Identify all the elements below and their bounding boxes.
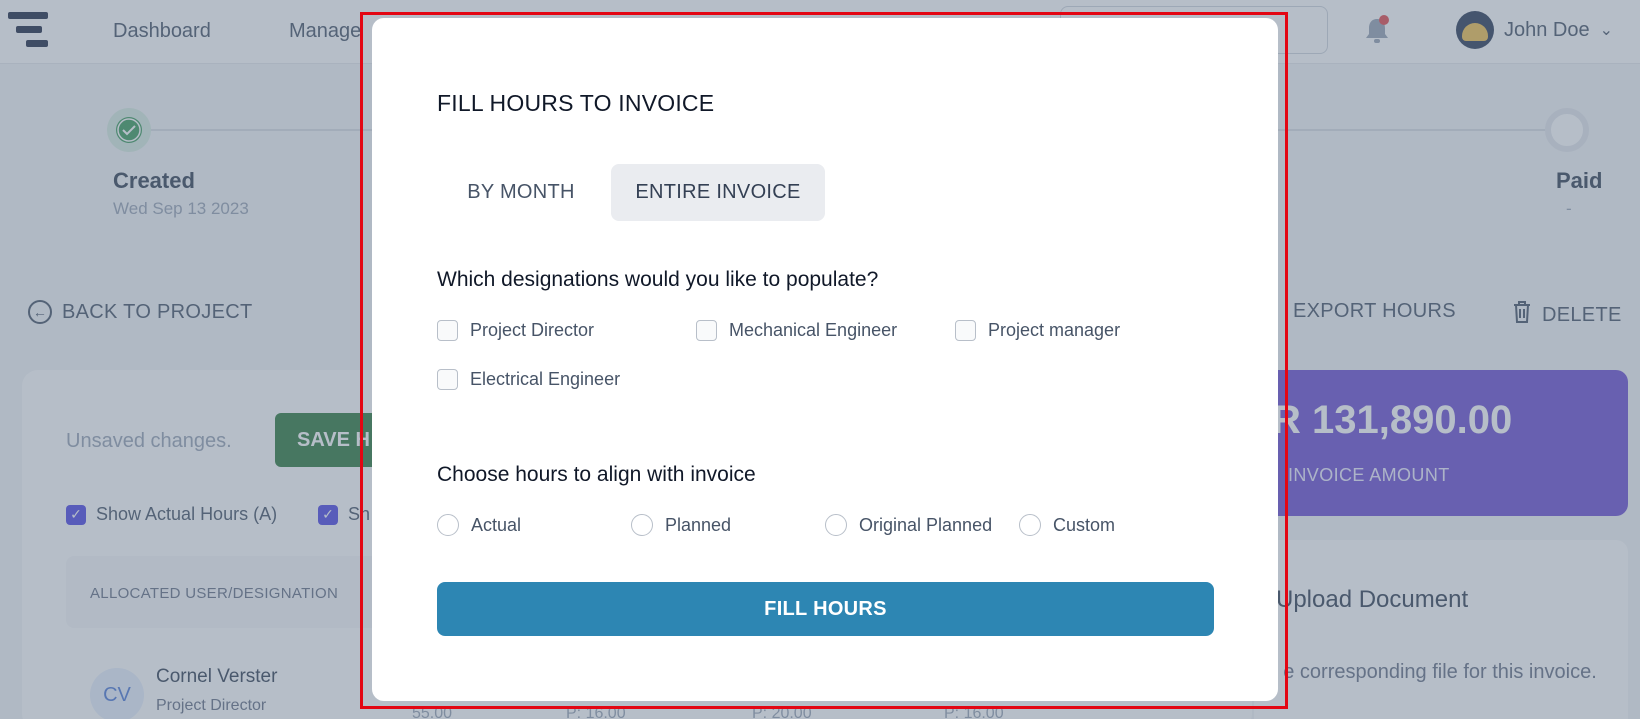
designation-label: Mechanical Engineer — [729, 320, 898, 340]
hours-option-planned[interactable]: Planned — [631, 514, 731, 536]
hours-option-original-planned[interactable]: Original Planned — [825, 514, 992, 536]
hours-question: Choose hours to align with invoice — [437, 463, 756, 486]
designation-label: Electrical Engineer — [470, 369, 621, 389]
radio-button[interactable] — [631, 514, 653, 536]
designation-option-project-manager[interactable]: Project manager — [955, 320, 1120, 341]
checkbox[interactable] — [696, 320, 717, 341]
designation-option-mechanical-engineer[interactable]: Mechanical Engineer — [696, 320, 897, 341]
designation-label: Project manager — [988, 320, 1121, 340]
hours-option-custom[interactable]: Custom — [1019, 514, 1115, 536]
fill-hours-button[interactable]: FILL HOURS — [437, 582, 1214, 636]
hours-option-label: Custom — [1053, 514, 1116, 535]
designation-option-project-director[interactable]: Project Director — [437, 320, 594, 341]
modal-title: FILL HOURS TO INVOICE — [437, 90, 715, 116]
radio-button[interactable] — [437, 514, 459, 536]
hours-option-actual[interactable]: Actual — [437, 514, 521, 536]
tab-by-month[interactable]: BY MONTH — [445, 164, 597, 221]
hours-option-label: Original Planned — [859, 514, 993, 535]
checkbox[interactable] — [437, 320, 458, 341]
radio-button[interactable] — [825, 514, 847, 536]
checkbox[interactable] — [437, 369, 458, 390]
tab-entire-invoice[interactable]: ENTIRE INVOICE — [611, 164, 825, 221]
designation-label: Project Director — [470, 320, 595, 340]
designations-question: Which designations would you like to pop… — [437, 268, 879, 291]
hours-option-label: Actual — [471, 514, 522, 535]
radio-button[interactable] — [1019, 514, 1041, 536]
hours-option-label: Planned — [665, 514, 732, 535]
designation-option-electrical-engineer[interactable]: Electrical Engineer — [437, 369, 620, 390]
checkbox[interactable] — [955, 320, 976, 341]
